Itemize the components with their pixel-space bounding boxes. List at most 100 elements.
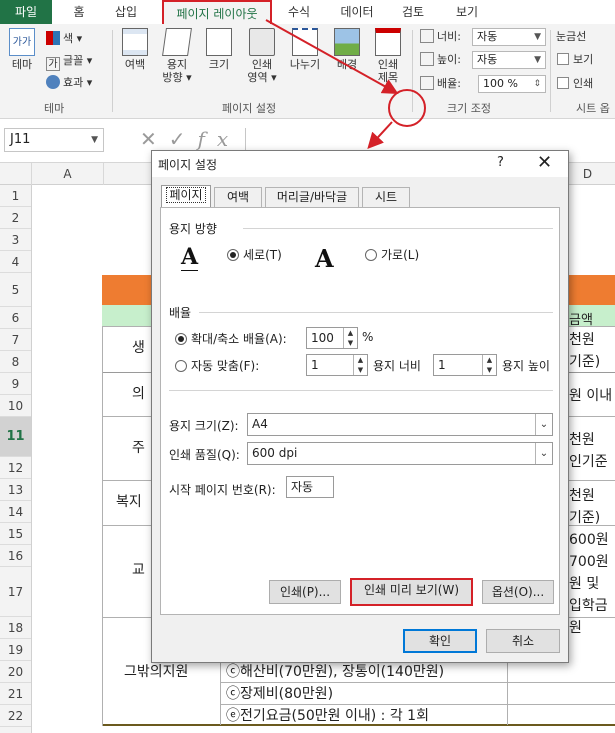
- tab-page[interactable]: 페이지: [161, 185, 211, 208]
- row-header[interactable]: 22: [0, 705, 31, 727]
- group-label-theme: 테마: [44, 102, 65, 115]
- row-header[interactable]: 6: [0, 307, 31, 329]
- tab-sheet[interactable]: 시트: [362, 187, 410, 207]
- tab-insert[interactable]: 삽입: [108, 0, 144, 24]
- formula-input[interactable]: [245, 128, 615, 152]
- cell-text: ⓒ장제비(80만원): [226, 686, 334, 702]
- tab-data[interactable]: 데이터: [334, 0, 380, 24]
- height-icon: [420, 52, 434, 66]
- tab-file[interactable]: 파일: [0, 0, 52, 24]
- row-header[interactable]: 19: [0, 639, 31, 661]
- gridlines-view-checkbox[interactable]: 보기: [557, 51, 593, 69]
- row-header[interactable]: 16: [0, 545, 31, 567]
- background-button[interactable]: 배경: [330, 28, 364, 71]
- close-icon[interactable]: ✕: [537, 152, 552, 173]
- group-label-scale: 크기 조정: [447, 102, 491, 115]
- tab-home[interactable]: 홈: [64, 0, 94, 24]
- cell-value: 600원: [569, 532, 609, 548]
- fit-to-radio[interactable]: 자동 맞춤(F):: [175, 357, 259, 374]
- cell-value: 천원: [569, 488, 595, 504]
- enter-icon[interactable]: ✓: [169, 127, 198, 151]
- portrait-radio[interactable]: 세로(T): [227, 246, 282, 263]
- size-button[interactable]: 크기: [202, 28, 236, 71]
- scale-height-dropdown[interactable]: 자동 ▼: [472, 51, 546, 69]
- gridlines-print-checkbox[interactable]: 인쇄: [557, 75, 593, 93]
- cell-value: 원 및: [569, 576, 600, 592]
- row-header[interactable]: 15: [0, 523, 31, 545]
- tab-review[interactable]: 검토: [396, 0, 430, 24]
- fit-wide-spinner[interactable]: 1 ▲ ▼: [306, 354, 368, 376]
- orientation-button[interactable]: 용지 방향 ▾: [158, 28, 196, 84]
- cell-value: 천원: [569, 332, 595, 348]
- first-page-number-input[interactable]: 자동: [286, 476, 334, 498]
- print-quality-select[interactable]: 600 dpi ⌄: [247, 442, 553, 465]
- print-preview-button[interactable]: 인쇄 미리 보기(W): [350, 578, 473, 606]
- scale-width-dropdown[interactable]: 자동 ▼: [472, 28, 546, 46]
- row-header[interactable]: 17: [0, 567, 31, 617]
- row-header[interactable]: 2: [0, 207, 31, 229]
- name-box[interactable]: J11 ▼: [4, 128, 104, 152]
- row-header[interactable]: 21: [0, 683, 31, 705]
- cell-value: 기준): [569, 354, 601, 370]
- adjust-to-spinner[interactable]: 100 ▲ ▼: [306, 327, 358, 349]
- tab-header-footer[interactable]: 머리글/바닥글: [265, 187, 359, 207]
- row-header[interactable]: 5: [0, 273, 31, 307]
- print-area-button[interactable]: 인쇄 영역 ▾: [242, 28, 282, 84]
- cancel-button[interactable]: 취소: [486, 629, 560, 653]
- print-titles-button[interactable]: 인쇄 제목: [370, 28, 406, 84]
- row-header[interactable]: 18: [0, 617, 31, 639]
- row-header[interactable]: 12: [0, 457, 31, 479]
- print-button[interactable]: 인쇄(P)...: [269, 580, 341, 604]
- scale-height-label: 높이:: [420, 51, 461, 69]
- theme-colors-button[interactable]: 색 ▾: [46, 30, 82, 48]
- column-header-a[interactable]: A: [32, 163, 104, 185]
- percent-label: %: [362, 330, 374, 344]
- margins-button[interactable]: 여백: [118, 28, 152, 71]
- adjust-to-radio[interactable]: 확대/축소 배율(A):: [175, 330, 287, 347]
- landscape-radio[interactable]: 가로(L): [365, 246, 419, 263]
- page-size-icon: [206, 28, 232, 56]
- row-header[interactable]: 8: [0, 351, 31, 373]
- cell-value: 천원: [569, 432, 595, 448]
- fx-icon[interactable]: fx: [198, 127, 241, 151]
- help-button[interactable]: ?: [497, 155, 504, 170]
- themes-button[interactable]: 가가 테마: [4, 28, 40, 71]
- spin-arrows-icon[interactable]: ▲ ▼: [343, 328, 357, 348]
- select-all-corner[interactable]: [0, 163, 32, 185]
- ok-button[interactable]: 확인: [403, 629, 477, 653]
- row-header[interactable]: 14: [0, 501, 31, 523]
- cell-label: 의: [132, 386, 145, 402]
- row-header[interactable]: 20: [0, 661, 31, 683]
- row-header[interactable]: 1: [0, 185, 31, 207]
- theme-fonts-button[interactable]: 가 글꼴 ▾: [46, 52, 92, 71]
- row-header[interactable]: 3: [0, 229, 31, 251]
- fit-tall-spinner[interactable]: 1 ▲ ▼: [433, 354, 497, 376]
- fit-wide-label: 용지 너비: [373, 359, 421, 373]
- breaks-button[interactable]: 나누기: [284, 28, 326, 71]
- cancel-icon[interactable]: ✕: [140, 127, 169, 151]
- spin-arrows-icon[interactable]: ▲ ▼: [482, 355, 496, 375]
- theme-icon: 가가: [9, 28, 35, 56]
- theme-effects-button[interactable]: 효과 ▾: [46, 74, 92, 92]
- paper-size-select[interactable]: A4 ⌄: [247, 413, 553, 436]
- scale-ratio-label: 배율:: [420, 75, 461, 93]
- options-button[interactable]: 옵션(O)...: [482, 580, 554, 604]
- group-label-page-setup: 페이지 설정: [222, 102, 277, 115]
- row-header[interactable]: 7: [0, 329, 31, 351]
- scale-ratio-spinner[interactable]: 100 % ⇕: [478, 75, 546, 93]
- first-page-number-label: 시작 페이지 번호(R):: [169, 483, 276, 497]
- row-header[interactable]: 4: [0, 251, 31, 273]
- row-header[interactable]: 10: [0, 395, 31, 417]
- tab-formulas[interactable]: 수식: [282, 0, 316, 24]
- spin-arrows-icon[interactable]: ▲ ▼: [353, 355, 367, 375]
- cell-value: 인기준: [569, 454, 608, 470]
- row-header[interactable]: 9: [0, 373, 31, 395]
- cell-text: ⓔ전기요금(50만원 이내) : 각 1회: [226, 708, 429, 724]
- row-header-selected[interactable]: 11: [0, 417, 31, 457]
- orientation-section-label: 용지 방향: [169, 222, 217, 236]
- cell-label: 생: [132, 340, 145, 356]
- tab-view[interactable]: 보기: [450, 0, 484, 24]
- tab-page-layout[interactable]: 페이지 레이아웃: [162, 0, 272, 24]
- row-header[interactable]: 13: [0, 479, 31, 501]
- tab-margins[interactable]: 여백: [214, 187, 262, 207]
